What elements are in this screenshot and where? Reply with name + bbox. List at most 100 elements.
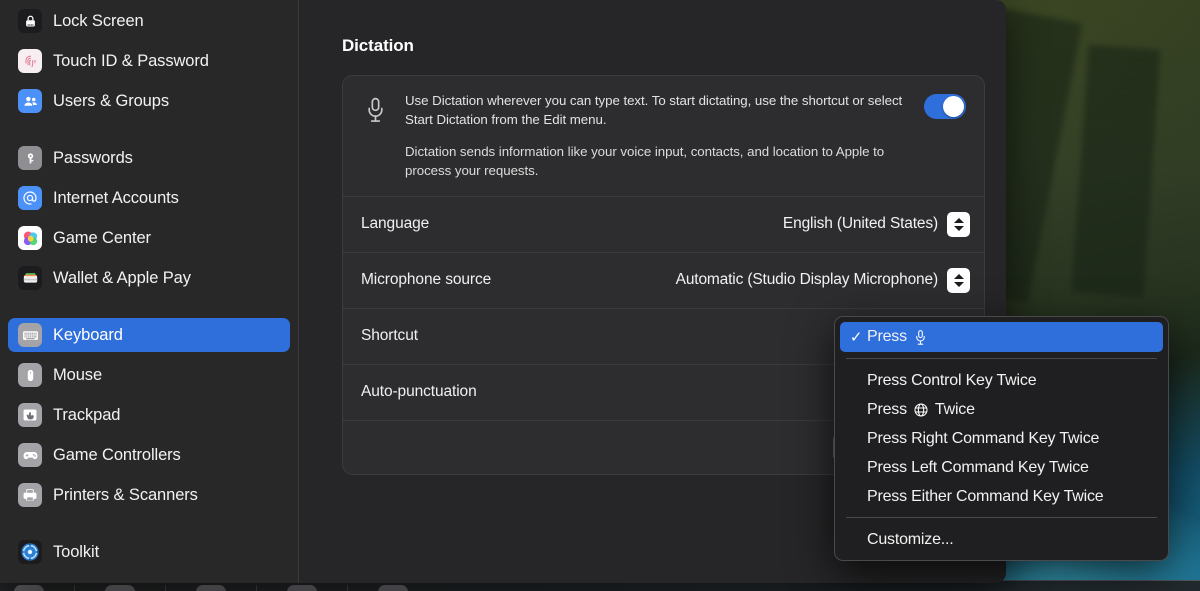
- dictation-intro-text: Use Dictation wherever you can type text…: [405, 92, 908, 181]
- trackpad-icon: [18, 403, 42, 427]
- sidebar-divider: [8, 518, 290, 535]
- sidebar-group: Toolkit: [8, 535, 290, 569]
- shortcut-dropdown-menu[interactable]: ✓ Press Press Control Key Twice Press: [834, 316, 1169, 561]
- dictation-intro: Use Dictation wherever you can type text…: [343, 76, 984, 196]
- row-microphone-source: Microphone source Automatic (Studio Disp…: [343, 252, 984, 308]
- menu-item-label: Press: [867, 328, 907, 346]
- microphone-source-popup-button[interactable]: [947, 268, 970, 293]
- menu-item-label-suffix: Twice: [935, 401, 975, 419]
- sidebar-item-label: Passwords: [53, 149, 133, 168]
- row-label: Language: [361, 215, 429, 233]
- dock-icon[interactable]: [105, 585, 135, 591]
- sidebar-item-toolkit[interactable]: Toolkit: [8, 535, 290, 569]
- menu-separator: [846, 517, 1157, 518]
- sidebar-item-label: Trackpad: [53, 406, 120, 425]
- screen: Lock Screen Touch ID & Password Users & …: [0, 0, 1200, 591]
- chevron-down-icon: [954, 226, 964, 231]
- language-value: English (United States): [783, 215, 938, 233]
- sidebar-group: Passwords Internet Accounts Game Center: [8, 141, 290, 295]
- sidebar-group: Lock Screen Touch ID & Password Users & …: [8, 4, 290, 118]
- sidebar-item-printers-scanners[interactable]: Printers & Scanners: [8, 478, 290, 512]
- row-language: Language English (United States): [343, 196, 984, 252]
- sidebar-item-game-center[interactable]: Game Center: [8, 221, 290, 255]
- lock-icon: [18, 9, 42, 33]
- key-icon: [18, 146, 42, 170]
- at-sign-icon: [18, 186, 42, 210]
- dock-separator: [165, 585, 166, 591]
- sidebar-item-trackpad[interactable]: Trackpad: [8, 398, 290, 432]
- dock-separator: [74, 585, 75, 591]
- gamepad-icon: [18, 443, 42, 467]
- sidebar-item-touch-id-password[interactable]: Touch ID & Password: [8, 44, 290, 78]
- menu-item-press-globe-twice[interactable]: Press Twice: [835, 395, 1168, 424]
- chevron-up-icon: [954, 274, 964, 279]
- sidebar-item-keyboard[interactable]: Keyboard: [8, 318, 290, 352]
- sidebar-item-users-groups[interactable]: Users & Groups: [8, 84, 290, 118]
- dock-icon[interactable]: [14, 585, 44, 591]
- menu-item-press-control-key-twice[interactable]: Press Control Key Twice: [835, 366, 1168, 395]
- menu-item-label: Press Right Command Key Twice: [867, 430, 1099, 448]
- row-control[interactable]: Automatic (Studio Display Microphone): [676, 268, 970, 293]
- menu-separator: [846, 358, 1157, 359]
- microphone-glyph-icon: [914, 329, 927, 346]
- toggle-knob: [943, 96, 964, 117]
- sidebar-item-wallet-apple-pay[interactable]: Wallet & Apple Pay: [8, 261, 290, 295]
- sidebar-item-label: Lock Screen: [53, 12, 144, 31]
- fingerprint-icon: [18, 49, 42, 73]
- users-icon: [18, 89, 42, 113]
- sidebar-item-game-controllers[interactable]: Game Controllers: [8, 438, 290, 472]
- dictation-toggle[interactable]: [924, 94, 966, 119]
- menu-item-customize[interactable]: Customize...: [835, 525, 1168, 554]
- sidebar-item-label: Touch ID & Password: [53, 52, 209, 71]
- dock-icon[interactable]: [196, 585, 226, 591]
- dock-icon[interactable]: [378, 585, 408, 591]
- page-title: Dictation: [342, 36, 984, 56]
- sidebar-divider: [8, 301, 290, 318]
- row-label: Auto-punctuation: [361, 383, 477, 401]
- microphone-source-value: Automatic (Studio Display Microphone): [676, 271, 938, 289]
- menu-item-press-left-command-key-twice[interactable]: Press Left Command Key Twice: [835, 453, 1168, 482]
- row-label: Microphone source: [361, 271, 491, 289]
- chevron-up-icon: [954, 218, 964, 223]
- sidebar-item-lock-screen[interactable]: Lock Screen: [8, 4, 290, 38]
- dictation-description: Use Dictation wherever you can type text…: [405, 92, 908, 130]
- sidebar-item-label: Internet Accounts: [53, 189, 179, 208]
- menu-item-label: Press Control Key Twice: [867, 372, 1036, 390]
- toolkit-icon: [18, 540, 42, 564]
- menu-item-press[interactable]: ✓ Press: [840, 322, 1163, 352]
- printer-icon: [18, 483, 42, 507]
- sidebar-item-label: Keyboard: [53, 326, 123, 345]
- language-popup-button[interactable]: [947, 212, 970, 237]
- sidebar-item-label: Users & Groups: [53, 92, 169, 111]
- sidebar-divider: [8, 124, 290, 141]
- sidebar-item-label: Game Center: [53, 229, 151, 248]
- sidebar-item-label: Wallet & Apple Pay: [53, 269, 191, 288]
- sidebar-group: Keyboard Mouse Trackpad: [8, 318, 290, 512]
- menu-item-label: Press Either Command Key Twice: [867, 488, 1103, 506]
- sidebar[interactable]: Lock Screen Touch ID & Password Users & …: [0, 0, 299, 583]
- sidebar-item-internet-accounts[interactable]: Internet Accounts: [8, 181, 290, 215]
- menu-item-label: Customize...: [867, 531, 954, 549]
- game-center-icon: [18, 226, 42, 250]
- menu-item-label: Press Left Command Key Twice: [867, 459, 1089, 477]
- sidebar-item-mouse[interactable]: Mouse: [8, 358, 290, 392]
- dock-separator: [347, 585, 348, 591]
- sidebar-item-label: Game Controllers: [53, 446, 181, 465]
- globe-glyph-icon: [913, 402, 929, 418]
- dictation-privacy-note: Dictation sends information like your vo…: [405, 143, 908, 181]
- row-label: Shortcut: [361, 327, 418, 345]
- wallet-icon: [18, 266, 42, 290]
- menu-item-label: Press: [867, 401, 907, 419]
- microphone-icon: [361, 92, 389, 124]
- dock-separator: [256, 585, 257, 591]
- mouse-icon: [18, 363, 42, 387]
- menu-item-press-either-command-key-twice[interactable]: Press Either Command Key Twice: [835, 482, 1168, 511]
- sidebar-item-label: Toolkit: [53, 543, 99, 562]
- row-control[interactable]: English (United States): [783, 212, 970, 237]
- sidebar-item-label: Mouse: [53, 366, 102, 385]
- keyboard-icon: [18, 323, 42, 347]
- menu-item-press-right-command-key-twice[interactable]: Press Right Command Key Twice: [835, 424, 1168, 453]
- sidebar-item-passwords[interactable]: Passwords: [8, 141, 290, 175]
- dock-icon[interactable]: [287, 585, 317, 591]
- sidebar-item-label: Printers & Scanners: [53, 486, 198, 505]
